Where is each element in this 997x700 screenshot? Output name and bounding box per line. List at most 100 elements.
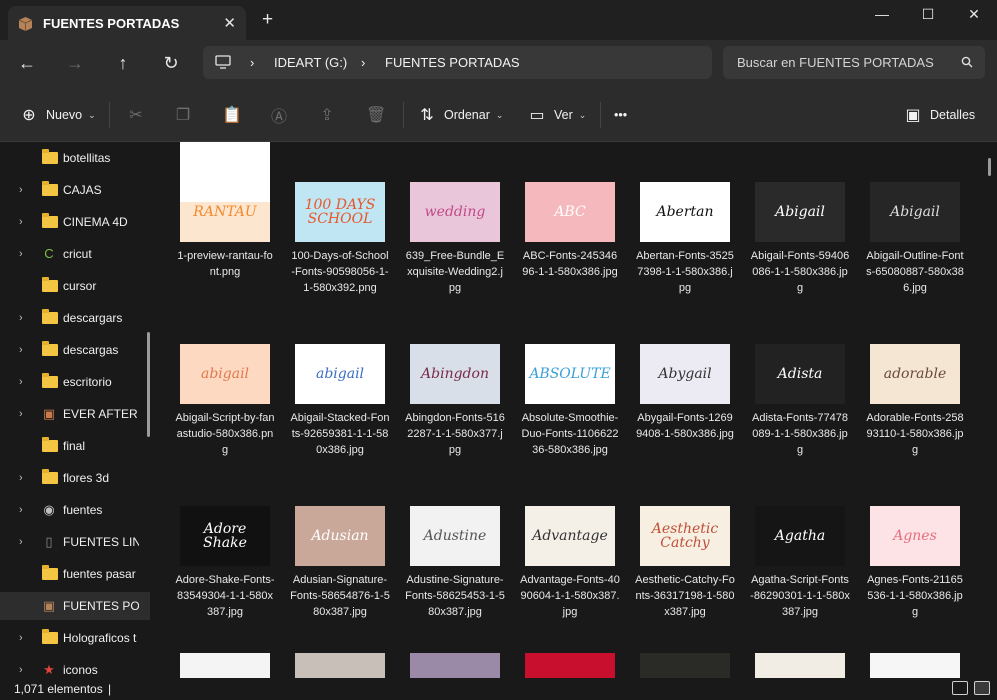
sidebar-item[interactable]: › Holograficos t	[0, 624, 150, 652]
file-thumbnail	[870, 653, 960, 678]
sidebar-item[interactable]: › Ccricut	[0, 240, 150, 268]
sidebar-item[interactable]: final	[0, 432, 150, 460]
rename-button[interactable]: Ⓐ	[270, 105, 296, 126]
thumbnail-preview-text: Abertan	[656, 204, 714, 220]
tiles-view-icon[interactable]	[974, 681, 990, 695]
tab-close-icon[interactable]: ✕	[223, 14, 236, 32]
sidebar-item[interactable]: › escritorio	[0, 368, 150, 396]
chevron-right-icon[interactable]: ›	[19, 344, 23, 356]
breadcrumb-current-folder[interactable]: FUENTES PORTADAS	[385, 55, 520, 70]
thumbnail-preview-text	[295, 653, 385, 678]
share-icon: ⇪	[320, 107, 334, 124]
sort-button[interactable]: ⇅ Ordenar ⌄	[418, 105, 503, 125]
chevron-right-icon[interactable]: ›	[19, 216, 23, 228]
tab-fuentes-portadas[interactable]: FUENTES PORTADAS ✕	[8, 6, 246, 40]
status-divider: |	[108, 682, 112, 696]
file-thumbnail: Adustine	[410, 506, 500, 566]
copy-button[interactable]: ❐	[174, 105, 200, 125]
sidebar-item[interactable]: › CAJAS	[0, 176, 150, 204]
more-options-button[interactable]: •••	[614, 105, 627, 125]
thumbnail-preview-text: 100 DAYS SCHOOL	[304, 197, 376, 227]
chevron-right-icon[interactable]: ›	[19, 536, 23, 548]
file-name: Advantage-Fonts-4090604-1-1-580x387.jpg	[520, 574, 620, 618]
search-input[interactable]: Buscar en FUENTES PORTADAS	[723, 46, 985, 79]
thumbnail-preview-text	[640, 653, 730, 678]
plus-circle-icon: ⊕	[22, 107, 36, 124]
file-thumbnail: Abertan	[640, 182, 730, 242]
sidebar-item[interactable]: › ▯ FUENTES LINEA	[0, 528, 150, 556]
sidebar-item[interactable]: › CINEMA 4D	[0, 208, 150, 236]
delete-button[interactable]: 🗑	[366, 105, 392, 125]
sidebar-item[interactable]: ▣ FUENTES PORTADAS	[0, 592, 150, 620]
sidebar-item-label: iconos	[63, 663, 98, 677]
close-window-button[interactable]: ✕	[954, 6, 994, 24]
chevron-right-icon[interactable]: ›	[19, 312, 23, 324]
thumbnail-preview-text: Abigail	[890, 204, 940, 220]
chevron-right-icon[interactable]: ›	[19, 408, 23, 420]
sidebar-item[interactable]: cursor	[0, 272, 150, 300]
folder-icon	[42, 341, 58, 356]
view-button[interactable]: ▭ Ver ⌄	[528, 105, 586, 125]
minimize-button[interactable]: —	[862, 6, 902, 24]
new-button[interactable]: ⊕ Nuevo ⌄	[20, 105, 95, 125]
sidebar-item[interactable]: botellitas	[0, 144, 150, 172]
chevron-right-icon[interactable]: ›	[19, 376, 23, 388]
sidebar-item[interactable]: › ▣ EVER AFTER	[0, 400, 150, 428]
details-view-icon[interactable]	[952, 681, 968, 695]
file-thumbnail: Agatha	[755, 506, 845, 566]
new-label: Nuevo	[46, 108, 83, 122]
chevron-right-icon[interactable]: ›	[19, 504, 23, 516]
sidebar-item[interactable]: › descargas	[0, 336, 150, 364]
sidebar-item-label: flores 3d	[63, 471, 110, 485]
trash-icon: 🗑	[366, 107, 387, 124]
search-icon[interactable]	[961, 56, 973, 68]
content-scrollbar[interactable]	[988, 158, 991, 176]
breadcrumb-separator[interactable]: ›	[250, 55, 254, 70]
forward-button[interactable]: →	[62, 52, 88, 76]
file-thumbnail	[410, 653, 500, 678]
file-thumbnail: ABC	[525, 182, 615, 242]
breadcrumb-drive[interactable]: IDEART (G:)	[274, 55, 347, 70]
folder-icon	[42, 213, 58, 228]
refresh-button[interactable]: ↻	[158, 52, 184, 76]
folder-icon	[42, 565, 58, 580]
view-icon: ▭	[529, 107, 545, 124]
sidebar-item-label: CINEMA 4D	[63, 215, 128, 229]
sidebar-item[interactable]: › ★ iconos	[0, 656, 150, 678]
thumbnail-preview-text: ABC	[554, 204, 586, 220]
new-tab-button[interactable]: +	[262, 10, 273, 29]
chevron-right-icon[interactable]: ›	[19, 472, 23, 484]
maximize-button[interactable]: ☐	[908, 6, 948, 24]
chevron-right-icon[interactable]: ›	[19, 184, 23, 196]
chevron-right-icon[interactable]: ›	[19, 632, 23, 644]
sidebar-item[interactable]: fuentes pasar	[0, 560, 150, 588]
share-button[interactable]: ⇪	[318, 105, 344, 125]
copy-icon: ❐	[175, 107, 191, 124]
sidebar-item-label: fuentes pasar	[63, 567, 136, 581]
up-button[interactable]: ↑	[110, 52, 136, 76]
more-icon: •••	[614, 108, 628, 122]
file-thumbnail: Adista	[755, 344, 845, 404]
address-bar[interactable]: › IDEART (G:) › FUENTES PORTADAS	[203, 46, 712, 79]
sidebar-item[interactable]: › descargars	[0, 304, 150, 332]
thumbnail-preview-text	[410, 653, 500, 678]
sidebar-item[interactable]: › flores 3d	[0, 464, 150, 492]
breadcrumb-separator[interactable]: ›	[361, 55, 365, 70]
sort-icon: ⇅	[420, 107, 434, 124]
chevron-right-icon[interactable]: ›	[19, 664, 23, 676]
file-name: Abingdon-Fonts-5162287-1-1-580x377.jpg	[405, 412, 505, 456]
tab-title: FUENTES PORTADAS	[43, 15, 180, 31]
file-thumbnail: Abygail	[640, 344, 730, 404]
paste-button[interactable]: 📋	[222, 105, 248, 125]
sidebar-item[interactable]: › ◉ fuentes	[0, 496, 150, 524]
star-icon: ★	[43, 662, 55, 677]
sidebar-item-label: Holograficos t	[63, 631, 137, 645]
cut-button[interactable]: ✂	[127, 105, 153, 125]
chevron-right-icon[interactable]: ›	[19, 248, 23, 260]
details-button[interactable]: ▣ Detalles	[904, 105, 975, 125]
gift-box-icon: ▣	[42, 406, 56, 421]
file-name: Abygail-Fonts-12699408-1-580x386.jpg	[636, 412, 734, 440]
computer-icon[interactable]	[215, 55, 231, 72]
thumbnail-preview-text: Adista	[777, 366, 823, 382]
back-button[interactable]: ←	[14, 52, 40, 76]
